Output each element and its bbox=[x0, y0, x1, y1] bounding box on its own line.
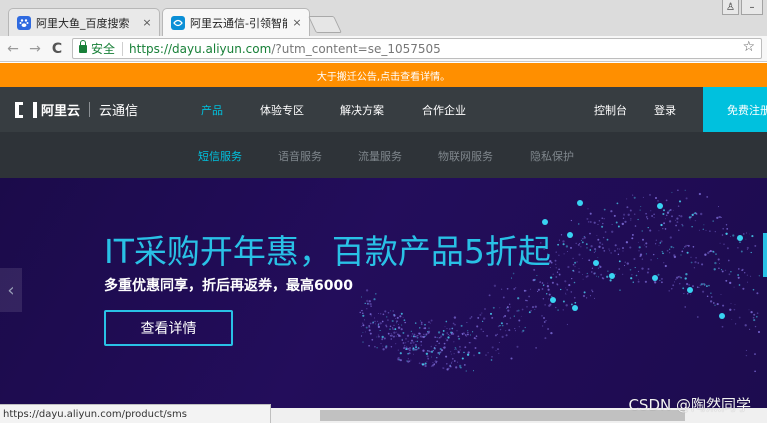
hero-subtitle: 多重优惠同享，折后再返券，最高6000 bbox=[104, 278, 353, 294]
site-logo[interactable]: 阿里云 云通信 bbox=[15, 100, 138, 119]
tab-aliyun-dayu[interactable]: 阿里云通信-引领智能与 × bbox=[162, 8, 310, 36]
watermark: CSDN @陶然同学 bbox=[628, 396, 751, 414]
close-icon[interactable]: × bbox=[141, 16, 153, 29]
main-nav: 阿里云 云通信 产品 体验专区 解决方案 合作企业 控制台 登录 免费注册 bbox=[0, 87, 767, 132]
back-icon[interactable]: ← bbox=[3, 39, 23, 59]
status-url: https://dayu.aliyun.com/product/sms bbox=[3, 408, 187, 420]
tab-baidu-search[interactable]: 阿里大鱼_百度搜索 × bbox=[8, 8, 160, 36]
minimize-button[interactable]: – bbox=[741, 0, 763, 15]
console-link[interactable]: 控制台 bbox=[594, 102, 627, 118]
notice-bar[interactable]: 大于搬迁公告,点击查看详情。 bbox=[0, 63, 767, 87]
hero-title: IT采购开年惠，百款产品5折起 bbox=[104, 232, 551, 271]
notice-text[interactable]: 大于搬迁公告,点击查看详情。 bbox=[317, 68, 450, 83]
url-host: https://dayu.aliyun.com bbox=[129, 41, 272, 56]
baidu-paw-icon bbox=[17, 15, 31, 30]
subnav-voice[interactable]: 语音服务 bbox=[278, 148, 322, 164]
nav-item-products[interactable]: 产品 bbox=[201, 102, 223, 118]
browser-toolbar: ← → C 安全 https://dayu.aliyun.com /?utm_c… bbox=[0, 36, 767, 62]
nav-item-solutions[interactable]: 解决方案 bbox=[340, 102, 384, 118]
login-link[interactable]: 登录 bbox=[654, 102, 676, 118]
hero-banner: ‹ IT采购开年惠，百款产品5折起 多重优惠同享，折后再返券，最高6000 查看… bbox=[0, 178, 767, 408]
nav-item-partners[interactable]: 合作企业 bbox=[422, 102, 466, 118]
subnav-iot[interactable]: 物联网服务 bbox=[438, 148, 493, 164]
status-bar: https://dayu.aliyun.com/product/sms bbox=[0, 404, 271, 423]
nav-item-experience[interactable]: 体验专区 bbox=[260, 102, 304, 118]
address-bar[interactable]: 安全 https://dayu.aliyun.com /?utm_content… bbox=[72, 38, 762, 59]
tab-title: 阿里云通信-引领智能与 bbox=[190, 16, 287, 30]
view-details-button[interactable]: 查看详情 bbox=[104, 310, 233, 346]
profile-button[interactable]: ♙ bbox=[722, 0, 739, 15]
aliyun-tab-icon bbox=[171, 15, 185, 30]
divider bbox=[122, 41, 124, 56]
browser-tab-strip: 阿里大鱼_百度搜索 × 阿里云通信-引领智能与 × ♙ – bbox=[0, 0, 767, 36]
product-subnav: 短信服务 语音服务 流量服务 物联网服务 隐私保护 bbox=[0, 132, 767, 178]
secure-label: 安全 bbox=[91, 42, 116, 56]
signup-button[interactable]: 免费注册 bbox=[703, 87, 767, 132]
lock-icon bbox=[79, 39, 87, 53]
carousel-next-indicator[interactable] bbox=[763, 233, 767, 277]
subnav-privacy[interactable]: 隐私保护 bbox=[530, 148, 574, 164]
carousel-prev-icon[interactable]: ‹ bbox=[0, 268, 22, 312]
forward-icon[interactable]: → bbox=[25, 39, 45, 59]
subnav-sms[interactable]: 短信服务 bbox=[198, 148, 242, 164]
new-tab-button[interactable] bbox=[308, 16, 342, 33]
reload-icon[interactable]: C bbox=[47, 39, 67, 59]
logo-text: 阿里云 bbox=[41, 104, 81, 119]
divider bbox=[89, 102, 91, 117]
close-icon[interactable]: × bbox=[291, 16, 303, 29]
product-name: 云通信 bbox=[99, 104, 139, 119]
subnav-traffic[interactable]: 流量服务 bbox=[358, 148, 402, 164]
bookmark-star-icon[interactable]: ☆ bbox=[742, 39, 755, 55]
url-path: /?utm_content=se_1057505 bbox=[271, 41, 441, 56]
aliyun-logo-icon bbox=[15, 101, 37, 118]
tab-title: 阿里大鱼_百度搜索 bbox=[36, 16, 130, 30]
